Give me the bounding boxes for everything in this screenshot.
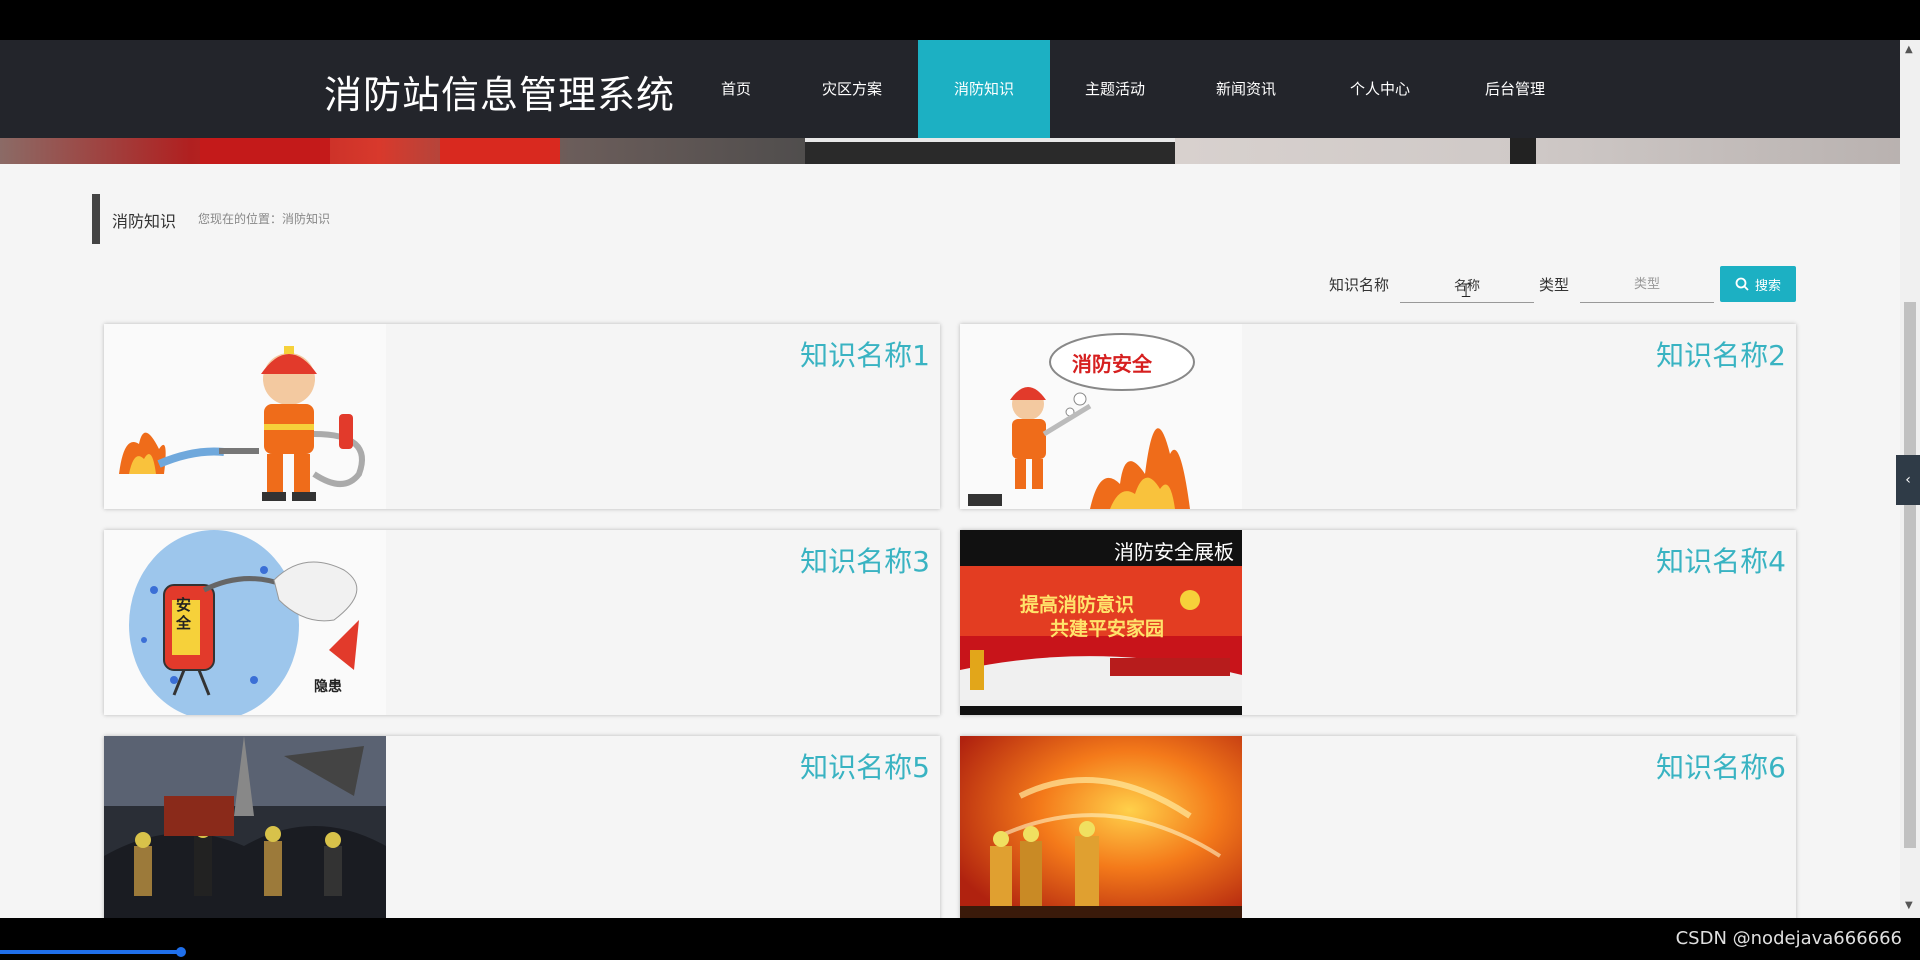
- card-thumbnail: 安全 隐患: [104, 530, 386, 715]
- banner-dark-segment: [805, 138, 1175, 164]
- card-thumbnail: 消防安全展板 提高消防意识 共建平安家园: [960, 530, 1242, 715]
- search-type-label: 类型: [1539, 276, 1570, 294]
- knowledge-card-3[interactable]: 安全 隐患 知识名称3: [104, 530, 940, 715]
- breadcrumb-marker: [92, 194, 100, 244]
- image-caption: 提高消防意识: [1020, 594, 1135, 616]
- firefighter-extinguishing-image: [104, 324, 386, 509]
- nav-item-fire-knowledge[interactable]: 消防知识: [918, 40, 1050, 138]
- scroll-up-icon[interactable]: ▲: [1905, 44, 1913, 55]
- text-cursor-icon: 𝙸: [1459, 278, 1474, 302]
- page-title: 消防知识: [112, 212, 177, 231]
- image-caption: 消防安全展板: [1114, 540, 1234, 564]
- image-caption: 共建平安家园: [1050, 618, 1165, 640]
- side-panel-toggle[interactable]: ‹: [1896, 455, 1920, 505]
- card-thumbnail: 消防安全: [960, 324, 1242, 509]
- knowledge-card-1[interactable]: 知识名称1: [104, 324, 940, 509]
- card-title: 知识名称5: [800, 751, 930, 784]
- banner-image: [0, 138, 1900, 164]
- image-caption: 安全: [176, 596, 192, 632]
- nav-item-theme-activities[interactable]: 主题活动: [1050, 40, 1180, 138]
- card-thumbnail: [104, 736, 386, 918]
- card-title: 知识名称2: [1656, 339, 1786, 372]
- knowledge-card-2[interactable]: 消防安全 知识名称2: [960, 324, 1796, 509]
- video-progress-bar[interactable]: [0, 950, 180, 954]
- nav-item-home[interactable]: 首页: [686, 40, 786, 138]
- site-title: 消防站信息管理系统: [324, 73, 676, 117]
- main-nav: 首页 灾区方案 消防知识 主题活动 新闻资讯 个人中心 后台管理: [686, 40, 1582, 138]
- nav-item-admin[interactable]: 后台管理: [1448, 40, 1582, 138]
- card-title: 知识名称4: [1656, 545, 1786, 578]
- knowledge-card-6[interactable]: 知识名称6: [960, 736, 1796, 918]
- search-button[interactable]: 搜索: [1720, 266, 1796, 302]
- extinguisher-hazard-image: [104, 530, 386, 715]
- breadcrumb: 您现在的位置：消防知识: [198, 212, 331, 226]
- image-caption: 隐患: [314, 679, 342, 695]
- nav-item-personal-center[interactable]: 个人中心: [1312, 40, 1448, 138]
- nav-item-news[interactable]: 新闻资讯: [1180, 40, 1312, 138]
- search-name-label: 知识名称: [1329, 276, 1390, 294]
- browser-page: 消防站信息管理系统 首页 灾区方案 消防知识 主题活动 新闻资讯 个人中心 后台…: [0, 40, 1900, 918]
- card-thumbnail: [960, 736, 1242, 918]
- scroll-thumb[interactable]: [1904, 302, 1916, 848]
- nav-item-disaster-plans[interactable]: 灾区方案: [786, 40, 918, 138]
- site-header: 消防站信息管理系统 首页 灾区方案 消防知识 主题活动 新闻资讯 个人中心 后台…: [0, 40, 1900, 138]
- card-title: 知识名称6: [1656, 751, 1786, 784]
- knowledge-card-4[interactable]: 消防安全展板 提高消防意识 共建平安家园 知识名称4: [960, 530, 1796, 715]
- screen: 消防站信息管理系统 首页 灾区方案 消防知识 主题活动 新闻资讯 个人中心 后台…: [0, 0, 1920, 960]
- watermark: CSDN @nodejava666666: [1675, 928, 1902, 949]
- banner-red-segment: [440, 138, 560, 164]
- banner-dark-segment: [1510, 138, 1536, 164]
- search-type-input[interactable]: [1580, 266, 1714, 303]
- card-title: 知识名称3: [800, 545, 930, 578]
- scroll-down-icon[interactable]: ▼: [1905, 900, 1913, 911]
- chevron-left-icon: ‹: [1905, 472, 1911, 488]
- knowledge-card-5[interactable]: 知识名称5: [104, 736, 940, 918]
- card-title: 知识名称1: [800, 339, 930, 372]
- firefighters-at-scene-image: [104, 736, 386, 918]
- image-caption: 消防安全: [1072, 352, 1152, 376]
- firefighters-in-flames-image: [960, 736, 1242, 918]
- search-button-label: 搜索: [1754, 278, 1781, 294]
- search-icon: [1735, 277, 1749, 291]
- video-progress-handle[interactable]: [176, 947, 186, 957]
- video-bottom-bar: [0, 918, 1920, 960]
- card-thumbnail: [104, 324, 386, 509]
- banner-red-segment: [200, 138, 330, 164]
